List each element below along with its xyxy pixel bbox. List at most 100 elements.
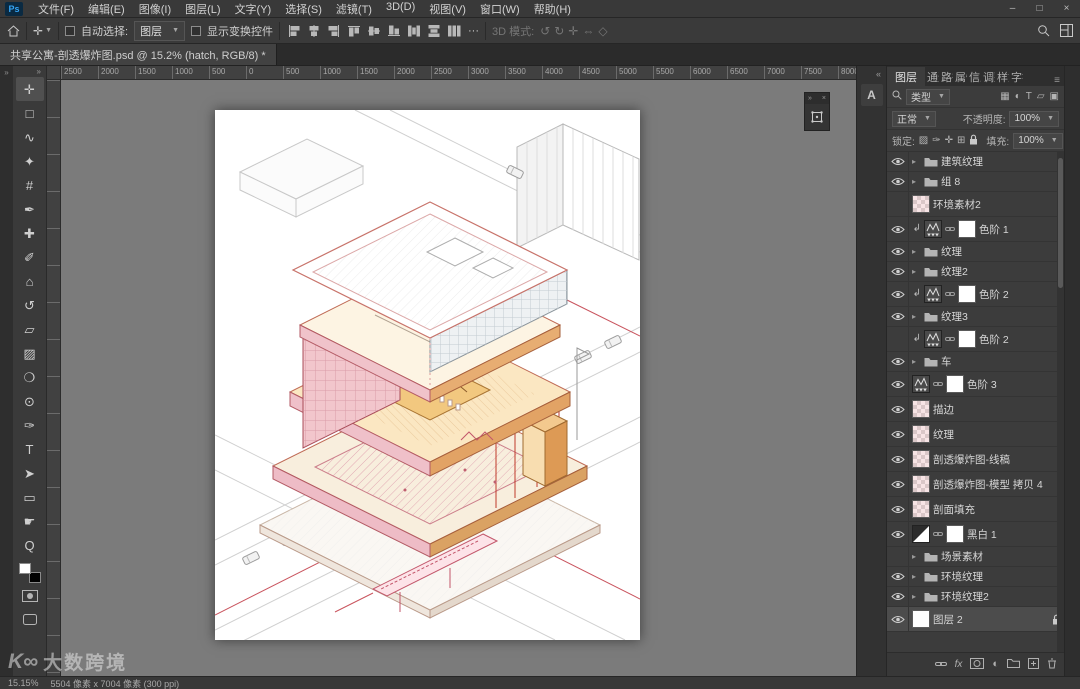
visibility-empty[interactable] — [887, 192, 909, 216]
layer-row[interactable]: ↳ 色阶 1 — [887, 217, 1064, 242]
filter-adjustment-layers-icon[interactable]: ◐ — [1015, 91, 1021, 102]
align-vertical-centers-icon[interactable] — [366, 23, 382, 39]
layer-row[interactable]: 描边 — [887, 397, 1064, 422]
canvas-viewport[interactable]: » × — [61, 80, 856, 676]
lock-transparency-icon[interactable]: ▨ — [919, 135, 928, 146]
visibility-eye-icon[interactable] — [887, 352, 909, 371]
expand-arrow-icon[interactable]: ▸ — [912, 572, 921, 581]
quick-mask-button[interactable] — [16, 586, 44, 606]
visibility-eye-icon[interactable] — [887, 447, 909, 471]
panel-tab-图层[interactable]: 图层 — [887, 67, 925, 86]
visibility-eye-icon[interactable] — [887, 372, 909, 396]
visibility-eye-icon[interactable] — [887, 152, 909, 171]
layer-name[interactable]: 纹理 — [941, 244, 1061, 259]
delete-layer-icon[interactable] — [1047, 658, 1057, 672]
crop-tool[interactable]: # — [16, 173, 44, 197]
layer-row[interactable]: ▸ 车 — [887, 352, 1064, 372]
layer-name[interactable]: 色阶 1 — [979, 222, 1061, 237]
mask-thumbnail[interactable] — [946, 525, 964, 543]
visibility-eye-icon[interactable] — [887, 567, 909, 586]
move-tool-preset-icon[interactable]: ✛ ▼ — [33, 25, 52, 37]
expand-arrow-icon[interactable]: ▸ — [912, 267, 921, 276]
blur-tool[interactable]: ❍ — [16, 365, 44, 389]
layer-row[interactable]: 剖面填充 — [887, 497, 1064, 522]
panel-tab-信息[interactable]: 信息 — [967, 67, 981, 86]
layer-row[interactable]: ▸ 纹理3 — [887, 307, 1064, 327]
mask-thumbnail[interactable] — [958, 285, 976, 303]
layer-name[interactable]: 环境素材2 — [933, 197, 1061, 212]
adjustment-thumbnail[interactable] — [924, 220, 942, 238]
widget-collapse-icon[interactable]: » — [808, 95, 812, 102]
filter-kind-dropdown[interactable]: 类型 ▼ — [906, 88, 950, 105]
move-tool[interactable]: ✛ — [15, 77, 44, 101]
layer-name[interactable]: 图层 2 — [933, 612, 1046, 627]
history-brush-tool[interactable]: ↺ — [16, 293, 44, 317]
close-button[interactable]: × — [1053, 3, 1080, 14]
filter-type-layers-icon[interactable]: T — [1026, 91, 1032, 102]
align-right-edges-icon[interactable] — [326, 23, 342, 39]
mask-thumbnail[interactable] — [958, 330, 976, 348]
layer-name[interactable]: 纹理3 — [941, 309, 1061, 324]
visibility-empty[interactable] — [887, 547, 909, 566]
layer-name[interactable]: 车 — [941, 354, 1061, 369]
panel-tab-属性[interactable]: 属性 — [953, 67, 967, 86]
visibility-eye-icon[interactable] — [887, 397, 909, 421]
mask-thumbnail[interactable] — [958, 220, 976, 238]
widget-close-icon[interactable]: × — [822, 95, 826, 102]
menu-item[interactable]: 文件(F) — [31, 1, 81, 17]
auto-select-dropdown[interactable]: 图层 ▼ — [134, 20, 185, 41]
layer-thumbnail[interactable] — [912, 400, 930, 418]
zoom-tool[interactable]: Q — [16, 533, 44, 557]
visibility-eye-icon[interactable] — [887, 217, 909, 241]
adjustment-thumbnail[interactable] — [924, 330, 942, 348]
type-tool[interactable]: T — [16, 437, 44, 461]
panel-menu-icon[interactable]: ≡ — [1050, 75, 1064, 86]
align-left-edges-icon[interactable] — [286, 23, 302, 39]
filter-pixel-layers-icon[interactable]: ▦ — [1000, 91, 1009, 102]
visibility-eye-icon[interactable] — [887, 422, 909, 446]
layer-thumbnail[interactable] — [912, 450, 930, 468]
panel-tab-通道[interactable]: 通道 — [925, 67, 939, 86]
layer-name[interactable]: 场景素材 — [941, 549, 1061, 564]
lock-all-icon[interactable] — [969, 134, 978, 148]
align-horizontal-centers-icon[interactable] — [306, 23, 322, 39]
layer-name[interactable]: 色阶 3 — [967, 377, 1061, 392]
layer-thumbnail[interactable] — [912, 195, 930, 213]
layer-name[interactable]: 黑白 1 — [967, 527, 1061, 542]
panel-tab-样式[interactable]: 样式 — [995, 67, 1009, 86]
menu-item[interactable]: 文字(Y) — [228, 1, 279, 17]
expand-arrow-icon[interactable]: ▸ — [912, 177, 921, 186]
layer-row[interactable]: 图层 2 — [887, 607, 1064, 632]
layers-scrollbar[interactable] — [1057, 152, 1064, 652]
hand-tool[interactable]: ☛ — [16, 509, 44, 533]
show-transform-checkbox[interactable] — [191, 25, 201, 36]
layer-row[interactable]: 剖透爆炸图-线稿 — [887, 447, 1064, 472]
layer-name[interactable]: 色阶 2 — [979, 287, 1061, 302]
expand-arrow-icon[interactable]: ▸ — [912, 552, 921, 561]
adjustment-thumbnail[interactable] — [924, 285, 942, 303]
toolbar-collapse-icon[interactable]: » — [37, 67, 46, 77]
blend-mode-dropdown[interactable]: 正常 ▼ — [892, 110, 936, 127]
fill-dropdown[interactable]: 100% ▼ — [1013, 132, 1063, 149]
layer-row[interactable]: 环境素材2 — [887, 192, 1064, 217]
home-icon[interactable] — [7, 24, 20, 37]
layer-style-icon[interactable]: fx — [955, 659, 963, 670]
layer-row[interactable]: ▸ 组 8 — [887, 172, 1064, 192]
layer-name[interactable]: 剖透爆炸图-模型 拷贝 4 — [933, 477, 1061, 492]
visibility-empty[interactable] — [887, 327, 909, 351]
filter-smart-objects-icon[interactable]: ▣ — [1050, 91, 1059, 102]
document-tab[interactable]: 共享公寓-剖透爆炸图.psd @ 15.2% (hatch, RGB/8) * — [0, 44, 277, 65]
layer-thumbnail[interactable] — [912, 475, 930, 493]
character-panel-icon[interactable]: A — [860, 84, 883, 106]
menu-item[interactable]: 选择(S) — [278, 1, 329, 17]
layer-row[interactable]: ▸ 建筑纹理 — [887, 152, 1064, 172]
workspace-switcher-icon[interactable] — [1060, 24, 1073, 37]
lock-pixels-icon[interactable]: ✑ — [932, 135, 940, 146]
more-options-button[interactable]: ··· — [468, 25, 479, 37]
layer-name[interactable]: 剖面填充 — [933, 502, 1061, 517]
quick-selection-tool[interactable]: ✦ — [16, 149, 44, 173]
layer-name[interactable]: 建筑纹理 — [941, 154, 1061, 169]
link-layers-icon[interactable] — [934, 659, 947, 671]
foreground-color-swatch[interactable] — [18, 563, 31, 574]
reference-point-icon[interactable] — [805, 104, 829, 130]
